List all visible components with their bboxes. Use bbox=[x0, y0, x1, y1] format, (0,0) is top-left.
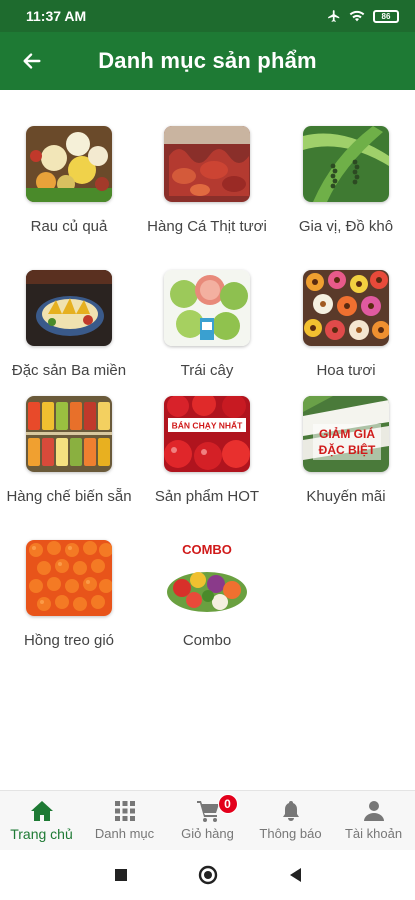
recent-apps-icon[interactable] bbox=[114, 868, 128, 882]
bottom-navigation: Trang chủ Danh mục 0 Giỏ hàng Thông báo … bbox=[0, 790, 415, 850]
category-label: Hồng treo gió bbox=[23, 632, 115, 649]
category-image bbox=[164, 126, 250, 202]
wifi-icon bbox=[349, 10, 365, 22]
nav-account[interactable]: Tài khoản bbox=[332, 791, 415, 850]
category-label: Combo bbox=[182, 632, 232, 649]
category-image: COMBO bbox=[164, 540, 250, 616]
airplane-mode-icon bbox=[328, 10, 340, 22]
category-image: GIẢM GIÁ ĐẶC BIỆT bbox=[303, 396, 389, 472]
category-khuyen-mai[interactable]: GIẢM GIÁ ĐẶC BIỆT Khuyến mãi bbox=[277, 396, 415, 505]
category-trai-cay[interactable]: Trái cây bbox=[138, 270, 276, 379]
category-san-pham-hot[interactable]: BÁN CHẠY NHẤT Sản phẩm HOT bbox=[138, 396, 276, 505]
status-time: 11:37 AM bbox=[26, 8, 87, 24]
category-image bbox=[26, 540, 112, 616]
nav-label: Danh mục bbox=[94, 826, 155, 841]
nav-categories[interactable]: Danh mục bbox=[83, 791, 166, 850]
system-navigation-bar bbox=[0, 850, 415, 900]
nav-notifications[interactable]: Thông báo bbox=[249, 791, 332, 850]
category-image bbox=[303, 126, 389, 202]
category-image bbox=[26, 126, 112, 202]
category-rau-cu-qua[interactable]: Rau củ quả bbox=[0, 126, 138, 235]
back-arrow-icon bbox=[23, 53, 41, 69]
status-bar: 11:37 AM 86 bbox=[0, 0, 415, 32]
category-hoa-tuoi[interactable]: Hoa tươi bbox=[277, 270, 415, 379]
back-triangle-icon[interactable] bbox=[288, 867, 302, 883]
person-icon bbox=[363, 801, 384, 821]
category-label: Hoa tươi bbox=[316, 362, 376, 379]
battery-icon: 86 bbox=[373, 9, 399, 23]
category-image bbox=[26, 270, 112, 346]
nav-label: Tài khoản bbox=[344, 826, 403, 841]
back-button[interactable] bbox=[0, 32, 64, 90]
category-image bbox=[164, 270, 250, 346]
grid-icon bbox=[114, 801, 135, 821]
nav-label: Thông báo bbox=[259, 826, 322, 841]
best-seller-banner-text: BÁN CHẠY NHẤT bbox=[172, 421, 243, 431]
category-label: Đặc sản Ba miền bbox=[11, 362, 127, 379]
bell-icon bbox=[282, 801, 299, 821]
cart-count-badge: 0 bbox=[217, 794, 238, 814]
category-image: BÁN CHẠY NHẤT bbox=[164, 396, 250, 472]
nav-home[interactable]: Trang chủ bbox=[0, 791, 83, 850]
nav-label: Giỏ hàng bbox=[181, 826, 234, 841]
home-icon bbox=[30, 801, 53, 821]
category-label: Hàng chế biến sẵn bbox=[6, 488, 132, 505]
category-gia-vi-do-kho[interactable]: Gia vị, Đồ khô bbox=[277, 126, 415, 235]
nav-label: Trang chủ bbox=[10, 826, 73, 842]
category-label: Sản phẩm HOT bbox=[154, 488, 260, 505]
nav-cart[interactable]: 0 Giỏ hàng bbox=[166, 791, 249, 850]
category-image bbox=[303, 270, 389, 346]
discount-text-line2: ĐẶC BIỆT bbox=[319, 442, 376, 457]
combo-banner-text: COMBO bbox=[182, 542, 232, 557]
category-image bbox=[26, 396, 112, 472]
category-hong-treo-gio[interactable]: Hồng treo gió bbox=[0, 540, 138, 649]
discount-text-line1: GIẢM GIÁ bbox=[319, 426, 375, 441]
category-label: Khuyến mãi bbox=[306, 488, 386, 505]
home-button-icon[interactable] bbox=[198, 865, 218, 885]
category-label: Gia vị, Đồ khô bbox=[298, 218, 394, 235]
category-label: Hàng Cá Thịt tươi bbox=[147, 218, 267, 235]
category-label: Rau củ quả bbox=[30, 218, 108, 235]
category-hang-che-bien-san[interactable]: Hàng chế biến sẵn bbox=[0, 396, 138, 505]
category-label: Trái cây bbox=[180, 362, 234, 379]
cart-icon bbox=[196, 801, 219, 822]
app-bar: Danh mục sản phẩm bbox=[0, 32, 415, 90]
category-hang-ca-thit-tuoi[interactable]: Hàng Cá Thịt tươi bbox=[138, 126, 276, 235]
status-icons: 86 bbox=[327, 9, 399, 23]
category-dac-san-ba-mien[interactable]: Đặc sản Ba miền bbox=[0, 270, 138, 379]
category-combo[interactable]: COMBO Combo bbox=[138, 540, 276, 649]
